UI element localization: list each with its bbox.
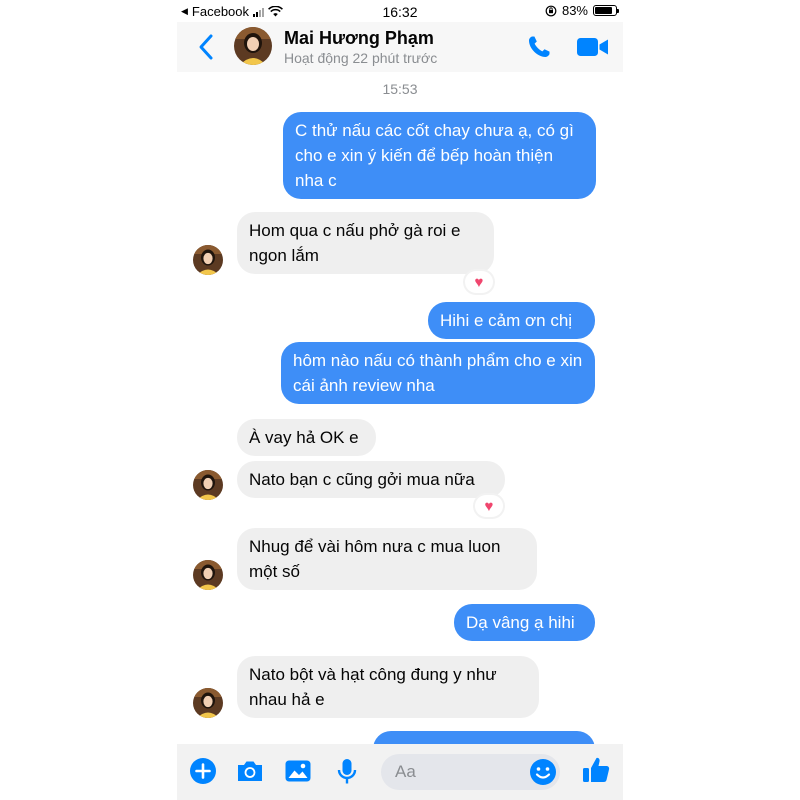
photo-icon[interactable] [283, 756, 313, 786]
contact-avatar-small[interactable] [193, 245, 223, 275]
outgoing-message[interactable]: hôm nào nấu có thành phẩm cho e xin cái … [281, 342, 595, 404]
emoji-icon[interactable] [528, 757, 558, 787]
incoming-message[interactable]: Hom qua c nấu phở gà roi e ngon lắm [237, 212, 494, 274]
back-button[interactable] [195, 32, 219, 62]
outgoing-message[interactable]: Hihi e cảm ơn chị [428, 302, 595, 339]
contact-avatar-small[interactable] [193, 688, 223, 718]
orientation-lock-icon [545, 5, 557, 16]
video-call-icon[interactable] [576, 36, 610, 58]
outgoing-message[interactable]: Dạ vâng ạ hihi [454, 604, 595, 641]
message-timestamp: 15:53 [382, 81, 418, 97]
contact-avatar[interactable] [234, 27, 272, 65]
incoming-message[interactable]: Nato bột và hạt công đung y như nhau hả … [237, 656, 539, 718]
heart-reaction-icon[interactable]: ♥ [465, 271, 493, 293]
like-icon[interactable] [580, 754, 612, 786]
outgoing-message[interactable]: C thử nấu các cốt chay chưa ạ, có gì cho… [283, 112, 596, 199]
chat-header: Mai Hương Phạm Hoạt động 22 phút trước [177, 22, 623, 72]
battery-icon [593, 5, 619, 16]
microphone-icon[interactable] [332, 756, 362, 786]
contact-avatar-small[interactable] [193, 470, 223, 500]
contact-active-status: Hoạt động 22 phút trước [284, 50, 438, 66]
incoming-message[interactable]: Nato bạn c cũng gởi mua nữa [237, 461, 505, 498]
message-composer [177, 744, 623, 800]
messenger-screen: ◀ Facebook 16:32 83% Mai Hương Phạm Hoạt… [177, 0, 623, 800]
chevron-left-icon [199, 34, 213, 60]
plus-icon[interactable] [188, 756, 218, 786]
battery-percentage: 83% [561, 3, 588, 18]
heart-reaction-icon[interactable]: ♥ [475, 495, 503, 517]
contact-name[interactable]: Mai Hương Phạm [284, 28, 434, 49]
camera-icon[interactable] [235, 756, 265, 786]
contact-avatar-small[interactable] [193, 560, 223, 590]
status-bar: ◀ Facebook 16:32 83% [177, 0, 623, 22]
phone-call-icon[interactable] [526, 34, 552, 60]
incoming-message[interactable]: Nhug để vài hôm nưa c mua luon một số [237, 528, 537, 590]
incoming-message[interactable]: À vay hả OK e [237, 419, 376, 456]
